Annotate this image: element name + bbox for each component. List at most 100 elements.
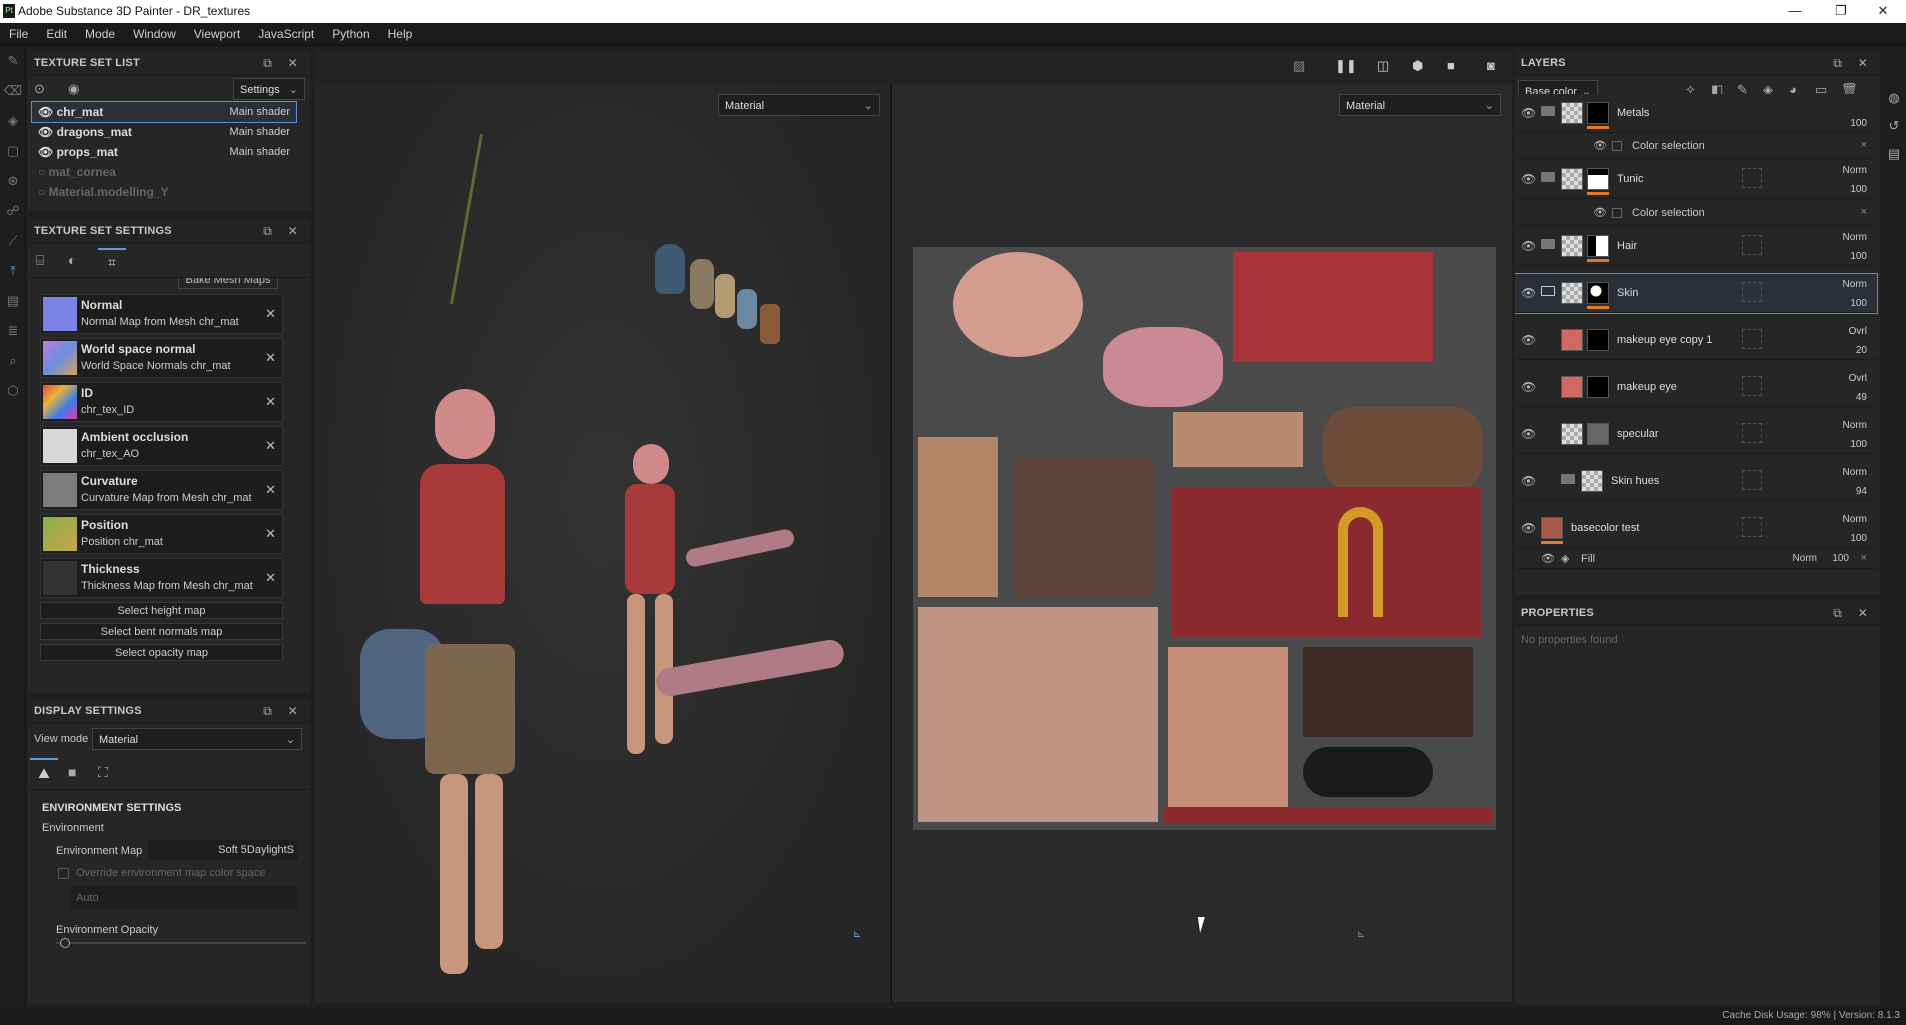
close-panel-icon[interactable]: ✕: [288, 698, 298, 724]
eraser-icon[interactable]: ⌫: [0, 76, 26, 106]
bake-mesh-maps-button[interactable]: Bake Mesh Maps: [178, 278, 278, 289]
clone-stamp-icon[interactable]: ⊛: [0, 166, 26, 196]
eye-icon[interactable]: 👁: [1521, 333, 1536, 347]
minimize-button[interactable]: —: [1772, 0, 1818, 23]
select-opacity-map-button[interactable]: Select opacity map: [40, 644, 283, 661]
menu-edit[interactable]: Edit: [37, 23, 76, 45]
layer-row[interactable]: 👁 Tunic Norm 100: [1515, 160, 1877, 199]
menu-python[interactable]: Python: [323, 23, 378, 45]
3d-viewport[interactable]: Material ⌄ ⊾: [315, 84, 890, 1002]
view-mode-dropdown[interactable]: Material ⌄: [92, 728, 302, 750]
checkbox[interactable]: [1612, 141, 1622, 151]
log-icon[interactable]: ▤: [1882, 140, 1906, 168]
remove-map-icon[interactable]: ✕: [265, 482, 276, 498]
menu-help[interactable]: Help: [379, 23, 422, 45]
picker-icon[interactable]: ⟋: [0, 226, 26, 256]
float-panel-icon[interactable]: ⧉: [1833, 600, 1842, 626]
tab-shader-icon[interactable]: ◐: [68, 252, 76, 268]
close-panel-icon[interactable]: ✕: [1858, 600, 1868, 626]
eye-icon[interactable]: 👁: [1521, 286, 1536, 300]
menu-window[interactable]: Window: [124, 23, 185, 45]
cube-icon[interactable]: ⬡: [0, 376, 26, 406]
history-icon[interactable]: ↺: [1882, 112, 1906, 140]
eye-icon[interactable]: 👁: [1521, 521, 1536, 535]
eye-icon[interactable]: 👁: [1521, 239, 1536, 253]
mesh-map-slot[interactable]: Normal Normal Map from Mesh chr_mat ✕: [40, 294, 283, 334]
select-bent-normals-map-button[interactable]: Select bent normals map: [40, 623, 283, 640]
effect-row[interactable]: 👁 Color selection ×: [1515, 200, 1877, 226]
layer-row[interactable]: 👁 makeup eye copy 1 Ovrl 20: [1515, 321, 1877, 360]
close-panel-icon[interactable]: ✕: [1858, 50, 1868, 76]
close-icon[interactable]: ×: [1861, 552, 1867, 564]
select-height-map-button[interactable]: Select height map: [40, 602, 283, 619]
layer-row[interactable]: 👁 Hair Norm 100: [1515, 227, 1877, 266]
eye-icon[interactable]: 👁: [1521, 427, 1536, 441]
projection-icon[interactable]: ◈: [0, 106, 26, 136]
eye-icon[interactable]: 👁: [1521, 172, 1536, 186]
mesh-map-slot[interactable]: World space normal World Space Normals ch…: [40, 338, 283, 378]
eye-icon[interactable]: 👁: [1541, 552, 1555, 565]
mesh-map-slot[interactable]: Position Position chr_mat ✕: [40, 514, 283, 554]
tab-environment-icon[interactable]: ⛰: [30, 758, 58, 786]
eye-icon[interactable]: 👁: [1521, 106, 1536, 120]
slider-handle[interactable]: [60, 938, 70, 948]
layer-row[interactable]: 👁 makeup eye Ovrl 49: [1515, 368, 1877, 407]
maximize-button[interactable]: ❐: [1818, 0, 1864, 23]
eye-icon[interactable]: 👁: [1521, 380, 1536, 394]
texture-set-icon[interactable]: ⤒: [0, 256, 26, 286]
remove-map-icon[interactable]: ✕: [265, 306, 276, 322]
close-icon[interactable]: ×: [1861, 139, 1867, 151]
eye-icon[interactable]: 👁: [1593, 206, 1607, 219]
texture-set-item[interactable]: 👁 dragons_mat Main shader: [32, 122, 296, 142]
eye-icon[interactable]: ◉: [68, 81, 79, 97]
float-panel-icon[interactable]: ⧉: [263, 50, 272, 76]
color-space-dropdown[interactable]: Auto: [70, 886, 298, 910]
mesh-map-slot[interactable]: Thickness Thickness Map from Mesh chr_mat…: [40, 558, 283, 598]
paint-brush-icon[interactable]: ✎: [0, 46, 26, 76]
mesh-map-slot[interactable]: Ambient occlusion chr_tex_AO ✕: [40, 426, 283, 466]
environment-opacity-slider[interactable]: [56, 942, 306, 944]
fill-row[interactable]: 👁 ◈ Fill Norm 100 ×: [1515, 549, 1877, 569]
layer-row[interactable]: 👁 specular Norm 100: [1515, 415, 1877, 454]
layer-row[interactable]: 👁 Metals 100: [1515, 94, 1877, 133]
tab-bake-icon[interactable]: ⌸: [36, 252, 44, 269]
remove-map-icon[interactable]: ✕: [265, 394, 276, 410]
settings-dropdown[interactable]: Settings ⌄: [233, 78, 305, 100]
texture-set-item[interactable]: 👁 props_mat Main shader: [32, 142, 296, 162]
menu-viewport[interactable]: Viewport: [185, 23, 249, 45]
float-panel-icon[interactable]: ⧉: [1833, 50, 1842, 76]
override-colorspace-checkbox[interactable]: [58, 868, 69, 879]
close-panel-icon[interactable]: ✕: [288, 50, 298, 76]
effect-row[interactable]: 👁 Color selection ×: [1515, 133, 1877, 159]
mesh-map-slot[interactable]: Curvature Curvature Map from Mesh chr_mat…: [40, 470, 283, 510]
remove-map-icon[interactable]: ✕: [265, 438, 276, 454]
tab-mesh-maps-icon[interactable]: ⌗: [98, 248, 126, 276]
tab-camera-icon[interactable]: ■: [68, 764, 76, 780]
remove-map-icon[interactable]: ✕: [265, 350, 276, 366]
menu-file[interactable]: File: [0, 23, 37, 45]
eye-icon[interactable]: 👁: [1521, 474, 1536, 488]
layer-row-selected[interactable]: 👁 Skin Norm 100: [1515, 273, 1878, 314]
layer-stack-icon[interactable]: ≣: [0, 316, 26, 346]
shelf-icon[interactable]: ▤: [0, 286, 26, 316]
2d-viewport[interactable]: Material ⌄ ⊾: [892, 84, 1512, 1002]
camera-mode-icon[interactable]: ■: [1447, 58, 1455, 73]
geometry-mask-icon[interactable]: ▢: [0, 136, 26, 166]
menu-javascript[interactable]: JavaScript: [249, 23, 323, 45]
display-settings-icon[interactable]: ◍: [1882, 84, 1906, 112]
layer-row[interactable]: 👁 Skin hues Norm 94: [1515, 462, 1877, 501]
texture-set-item[interactable]: ○ Material.modelling_Y: [32, 182, 296, 202]
texture-set-item[interactable]: 👁 chr_mat Main shader: [31, 101, 297, 123]
remove-map-icon[interactable]: ✕: [265, 526, 276, 542]
remove-map-icon[interactable]: ✕: [265, 570, 276, 586]
eye-icon[interactable]: 👁: [1593, 139, 1607, 152]
float-panel-icon[interactable]: ⧉: [263, 698, 272, 724]
close-icon[interactable]: ×: [1861, 206, 1867, 218]
solo-eye-icon[interactable]: ⊙: [34, 81, 45, 97]
close-window-button[interactable]: ✕: [1860, 0, 1906, 23]
hide-ui-icon[interactable]: ▨: [1293, 58, 1305, 74]
pause-icon[interactable]: ❚❚: [1335, 58, 1357, 74]
viewport-mode-dropdown[interactable]: Material ⌄: [718, 94, 880, 116]
smudge-icon[interactable]: ☍: [0, 196, 26, 226]
layer-row[interactable]: 👁 basecolor test Norm 100: [1515, 509, 1877, 548]
